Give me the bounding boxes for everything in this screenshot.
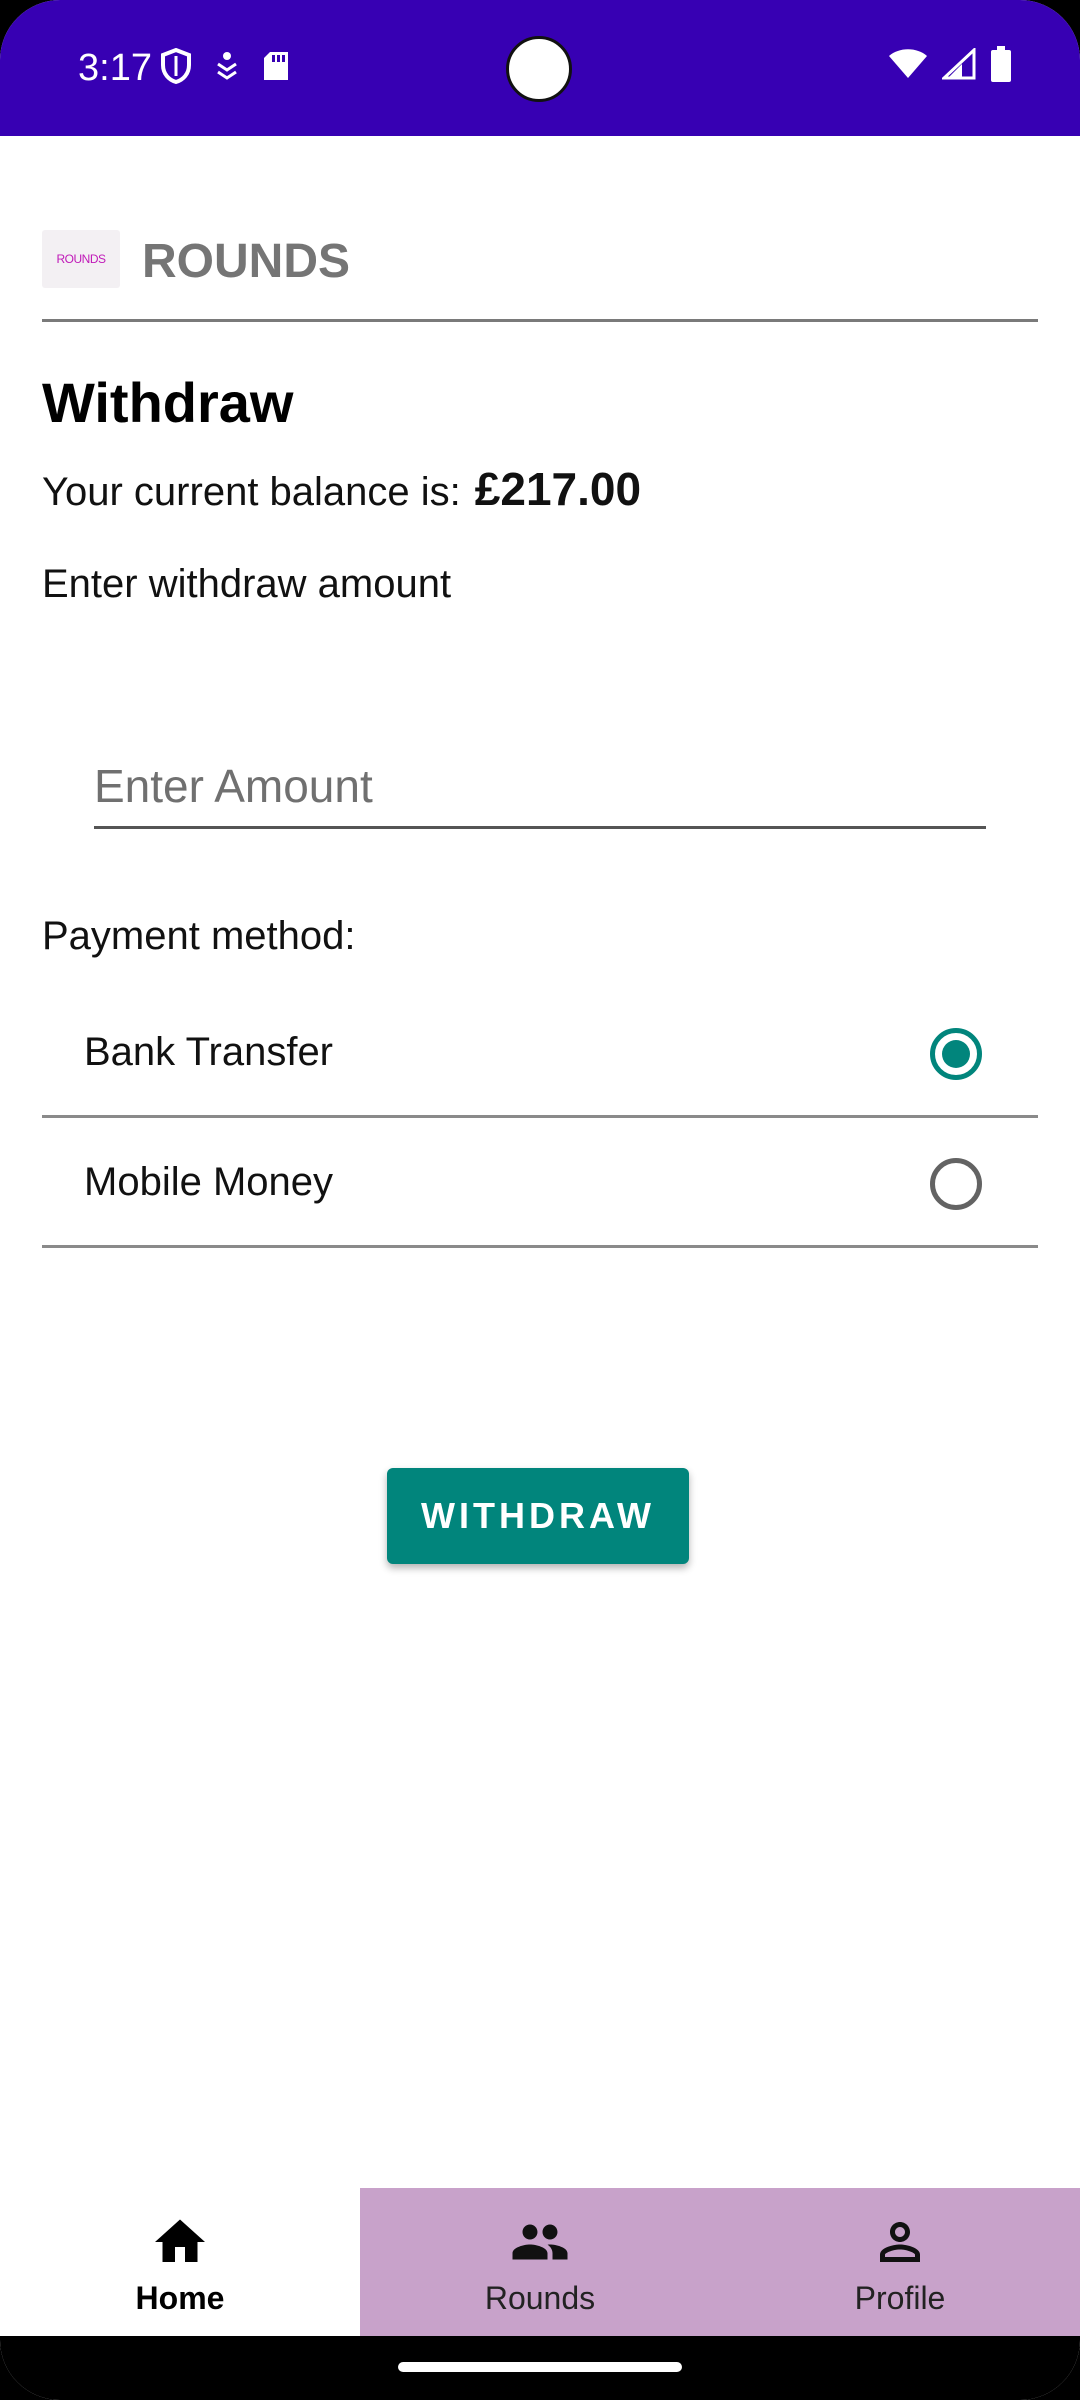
wifi-icon xyxy=(889,49,927,78)
balance-value: £217.00 xyxy=(474,463,642,515)
app-header: ROUNDS ROUNDS xyxy=(42,230,1038,322)
camera-cutout xyxy=(506,36,572,102)
stack-icon xyxy=(217,52,237,80)
status-right-icons xyxy=(888,46,1012,82)
payment-option-label: Bank Transfer xyxy=(84,1030,334,1074)
payment-option-label: Mobile Money xyxy=(84,1160,334,1204)
payment-method-label: Payment method: xyxy=(42,914,356,958)
shield-icon xyxy=(161,48,191,84)
logo-text: ROUNDS xyxy=(56,252,106,266)
gesture-handle[interactable] xyxy=(398,2362,682,2372)
nav-label-rounds: Rounds xyxy=(484,2280,596,2316)
app-logo: ROUNDS xyxy=(42,230,120,288)
payment-option-bank-transfer[interactable]: Bank Transfer xyxy=(42,990,1038,1118)
amount-label: Enter withdraw amount xyxy=(42,562,452,606)
amount-input[interactable] xyxy=(94,746,986,829)
nav-item-rounds[interactable]: Rounds xyxy=(360,2188,720,2336)
nav-label-profile: Profile xyxy=(854,2280,946,2316)
person-icon xyxy=(880,2222,920,2262)
bottom-navigation: Home Rounds Profile xyxy=(0,2188,1080,2336)
status-bar: 3:17 xyxy=(0,0,1080,136)
home-icon xyxy=(155,2219,205,2262)
payment-option-mobile-money[interactable]: Mobile Money xyxy=(42,1120,1038,1248)
radio-button-bank-transfer[interactable] xyxy=(930,1028,982,1080)
signal-icon xyxy=(942,48,976,80)
nav-item-profile[interactable]: Profile xyxy=(720,2188,1080,2336)
battery-icon xyxy=(991,46,1011,82)
balance-row: Your current balance is: £217.00 xyxy=(42,462,641,516)
status-time: 3:17 xyxy=(78,47,152,89)
withdraw-button[interactable]: WITHDRAW xyxy=(387,1468,689,1564)
group-icon xyxy=(512,2224,568,2260)
nav-item-home[interactable]: Home xyxy=(0,2188,360,2336)
radio-button-mobile-money[interactable] xyxy=(930,1158,982,1210)
gesture-bar xyxy=(0,2336,1080,2400)
balance-label: Your current balance is: xyxy=(42,470,461,514)
nav-label-home: Home xyxy=(135,2280,225,2316)
screen: 3:17 ROUNDS ROUNDS Withdraw Your current… xyxy=(0,0,1080,2400)
page-title: Withdraw xyxy=(42,371,294,434)
sd-card-icon xyxy=(264,52,288,80)
app-title: ROUNDS xyxy=(142,235,351,288)
status-left-icons xyxy=(160,48,290,84)
